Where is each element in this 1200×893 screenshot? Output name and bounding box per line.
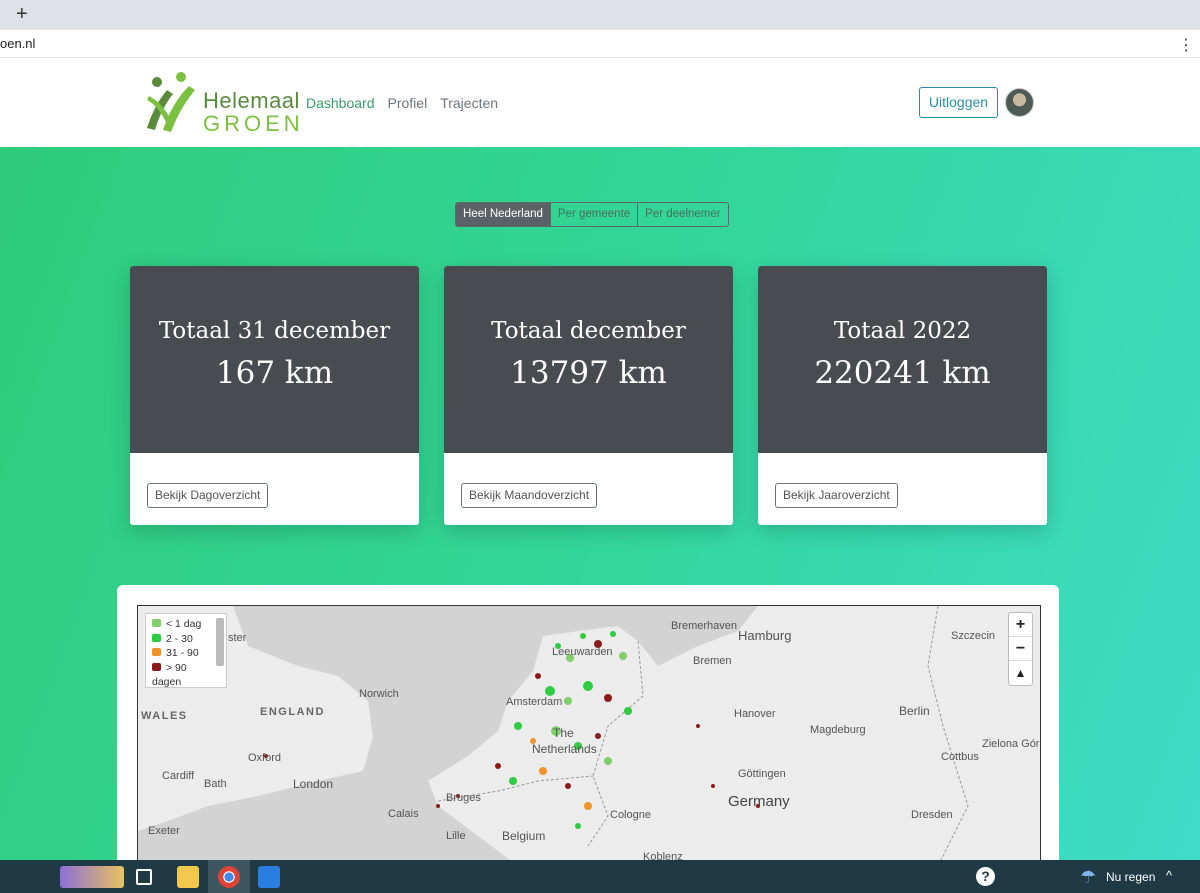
map-zoom-controls: + − ▲ (1008, 612, 1033, 686)
month-overview-button[interactable]: Bekijk Maandoverzicht (461, 483, 598, 508)
legend-swatch (152, 662, 161, 671)
map-label-amsterdam: Amsterdam (506, 696, 563, 708)
legend-label: > 90 (166, 661, 187, 674)
tray-expand-icon[interactable]: ^ (1166, 868, 1172, 883)
map-label-oxford: Oxford (248, 752, 282, 764)
browser-menu-icon[interactable]: ⋮ (1178, 35, 1194, 55)
map-label-cardiff: Cardiff (162, 770, 195, 782)
map-label-bremen: Bremen (693, 655, 732, 667)
stat-card-header: Totaal 2022 220241 km (758, 266, 1047, 453)
map-label-szczecin: Szczecin (951, 630, 996, 642)
site-header: Helemaal GROEN Dashboard Profiel Traject… (0, 58, 1200, 147)
map-label-netherlands: Netherlands (532, 742, 597, 756)
stat-card-title: Totaal december (491, 318, 686, 344)
logo-text-groen: GROEN (203, 111, 304, 136)
stat-card-header: Totaal 31 december 167 km (130, 266, 419, 453)
map-label-lille: Lille (446, 830, 466, 842)
map-label-wales: WALES (141, 710, 188, 722)
map-label-berlin: Berlin (899, 704, 930, 718)
map-label-magdeburg: Magdeburg (810, 724, 866, 736)
legend-label: < 1 dag (166, 618, 202, 630)
dashboard-hero: Heel Nederland Per gemeente Per deelneme… (0, 147, 1200, 885)
help-icon[interactable]: ? (976, 867, 995, 886)
map-label-zielona-gora: Zielona Góra (982, 738, 1041, 750)
map-label-exeter: Exeter (148, 825, 180, 837)
map-label-bath: Bath (204, 778, 227, 790)
legend-item: 31 - 90 (152, 646, 220, 661)
reset-north-button[interactable]: ▲ (1009, 661, 1032, 685)
map-label-cottbus: Cottbus (941, 751, 979, 763)
map-legend: < 1 dag 2 - 30 31 - 90 > 90 dagen (145, 613, 227, 688)
task-view-icon[interactable] (136, 869, 152, 885)
stat-card-header: Totaal december 13797 km (444, 266, 733, 453)
legend-label: dagen (152, 676, 182, 688)
map-label-hamburg: Hamburg (738, 628, 792, 643)
stat-card-value: 220241 km (814, 355, 991, 391)
stat-card-title: Totaal 31 december (158, 318, 391, 344)
stat-card-value: 13797 km (510, 355, 667, 391)
map-label-bruges: Bruges (446, 792, 481, 804)
legend-swatch (152, 619, 161, 627)
stat-card-day: Totaal 31 december 167 km Bekijk Dagover… (130, 266, 419, 525)
map-label-dresden: Dresden (911, 809, 953, 821)
toggle-per-gemeente[interactable]: Per gemeente (549, 203, 637, 226)
stat-card-month: Totaal december 13797 km Bekijk Maandove… (444, 266, 733, 525)
browser-addressbar: oen.nl ⋮ (0, 30, 1200, 58)
zoom-in-button[interactable]: + (1009, 613, 1032, 637)
map-label-cologne: Cologne (610, 809, 651, 821)
legend-item: > 90 (152, 661, 220, 676)
map-label-chester: ster (228, 632, 247, 644)
mail-icon[interactable] (258, 866, 280, 888)
logo[interactable]: Helemaal GROEN (143, 70, 300, 136)
legend-swatch (152, 648, 161, 656)
main-nav: Dashboard Profiel Trajecten (306, 95, 498, 111)
avatar[interactable] (1005, 88, 1034, 117)
zoom-out-button[interactable]: − (1009, 637, 1032, 661)
file-explorer-icon[interactable] (177, 866, 199, 888)
browser-tabbar: + (0, 0, 1200, 30)
logo-figures-icon (147, 72, 195, 132)
stat-card-value: 167 km (215, 355, 334, 391)
scope-toggle: Heel Nederland Per gemeente Per deelneme… (455, 202, 729, 227)
map-basemap (138, 606, 1040, 864)
map-label-hanover: Hanover (734, 708, 776, 720)
map-label-london: London (293, 777, 334, 791)
toggle-heel-nederland[interactable]: Heel Nederland (456, 203, 550, 226)
map-label-belgium: Belgium (502, 829, 546, 843)
chrome-icon[interactable] (218, 866, 240, 888)
stat-card-title: Totaal 2022 (833, 318, 972, 344)
route-map[interactable]: Bremerhaven Hamburg Szczecin Leeuwarden … (137, 605, 1041, 865)
nav-dashboard[interactable]: Dashboard (306, 95, 375, 111)
toggle-per-deelnemer[interactable]: Per deelnemer (637, 203, 727, 226)
windows-taskbar: ? ☂ Nu regen ^ (0, 860, 1200, 893)
map-label-germany: Germany (728, 793, 790, 810)
legend-item: 2 - 30 (152, 632, 220, 647)
legend-swatch (152, 633, 161, 642)
logout-button[interactable]: Uitloggen (919, 87, 998, 118)
map-label-england: ENGLAND (260, 706, 325, 718)
year-overview-button[interactable]: Bekijk Jaaroverzicht (775, 483, 898, 508)
map-label-bremerhaven: Bremerhaven (671, 620, 738, 632)
stat-card-year: Totaal 2022 220241 km Bekijk Jaaroverzic… (758, 266, 1047, 525)
umbrella-icon: ☂ (1080, 867, 1097, 887)
widget-icon[interactable] (60, 866, 124, 888)
map-panel: Bremerhaven Hamburg Szczecin Leeuwarden … (117, 585, 1059, 885)
legend-label: 2 - 30 (166, 632, 193, 645)
legend-item: < 1 dag (152, 617, 220, 632)
new-tab-button[interactable]: + (16, 3, 28, 25)
weather-status[interactable]: Nu regen (1106, 870, 1155, 884)
map-label-gottingen: Göttingen (738, 768, 786, 780)
legend-scrollbar[interactable] (216, 618, 224, 666)
map-label-leeuwarden: Leeuwarden (552, 646, 613, 658)
map-label-the: The (553, 726, 574, 740)
legend-item: dagen (152, 675, 220, 688)
legend-label: 31 - 90 (166, 647, 199, 659)
map-label-calais: Calais (388, 808, 419, 820)
nav-trajecten[interactable]: Trajecten (440, 95, 498, 111)
map-label-norwich: Norwich (359, 688, 399, 700)
url-field[interactable]: oen.nl (0, 36, 35, 51)
day-overview-button[interactable]: Bekijk Dagoverzicht (147, 483, 269, 508)
nav-profiel[interactable]: Profiel (388, 95, 428, 111)
